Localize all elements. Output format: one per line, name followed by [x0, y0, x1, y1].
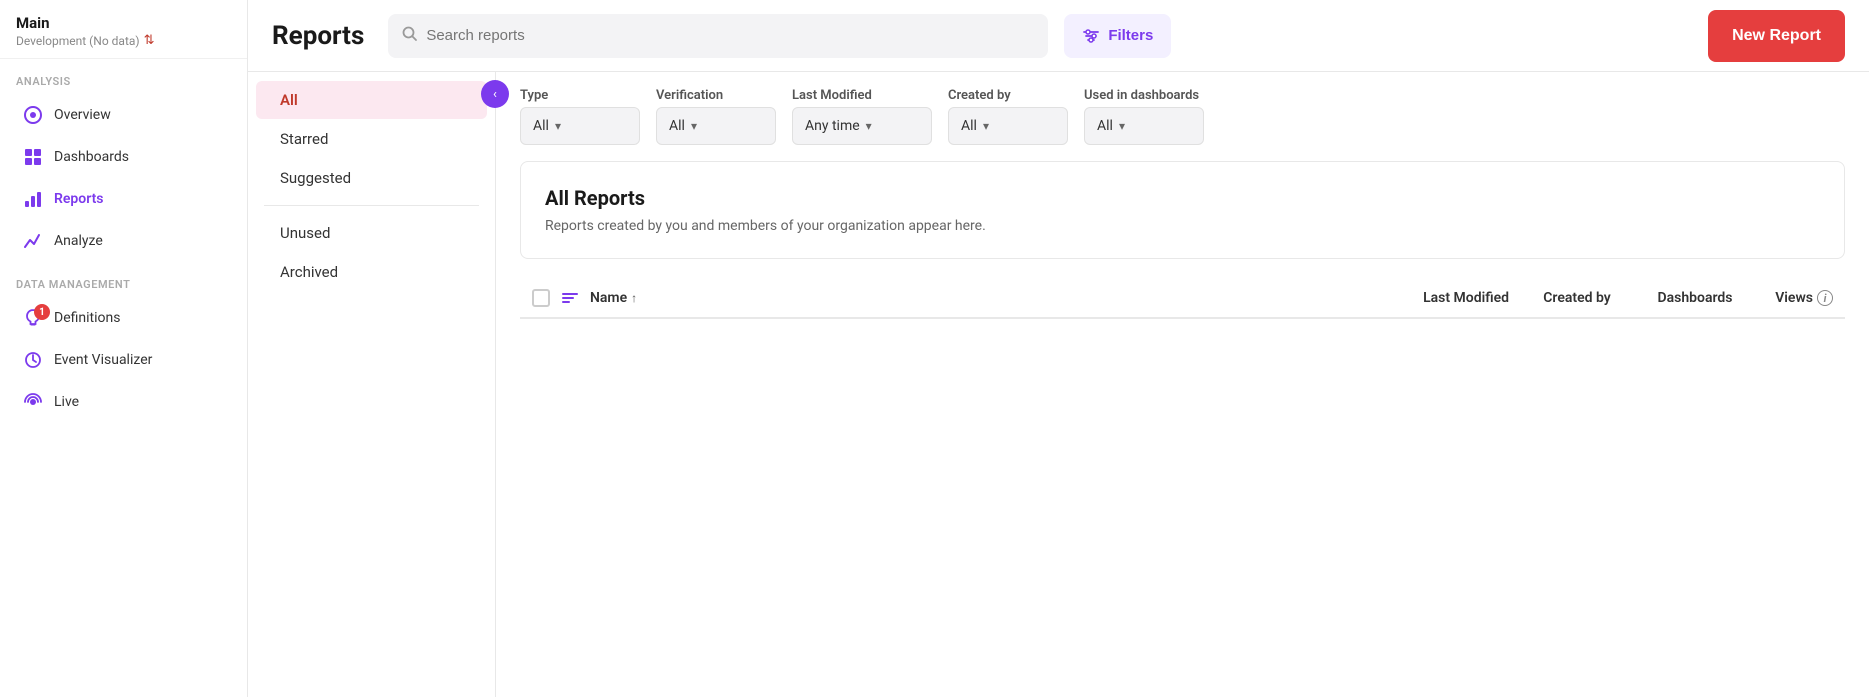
sidebar-item-event-visualizer[interactable]: Event Visualizer: [6, 340, 241, 380]
sort-line-3: [562, 301, 570, 303]
sort-icon[interactable]: [558, 289, 582, 307]
col-views-label: Views: [1775, 290, 1813, 306]
filter-verification-label: Verification: [656, 88, 776, 103]
filter-type-chevron-icon: ▾: [555, 119, 561, 133]
left-nav: ‹ All Starred Suggested Unused Archived: [248, 72, 496, 697]
filter-last-modified-select[interactable]: Any time ▾: [792, 107, 932, 145]
filter-last-modified: Last Modified Any time ▾: [792, 88, 932, 145]
app-name: Main: [16, 14, 231, 32]
filters-row: Type All ▾ Verification All ▾ Last Modif…: [520, 88, 1845, 145]
all-reports-card: All Reports Reports created by you and m…: [520, 161, 1845, 259]
search-icon: [402, 26, 418, 46]
reports-icon: [22, 188, 44, 210]
app-subtitle-text: Development (No data): [16, 34, 140, 48]
definitions-label: Definitions: [54, 310, 120, 326]
filters-button[interactable]: Filters: [1064, 14, 1171, 58]
live-label: Live: [54, 394, 79, 410]
filter-used-in-dashboards-chevron-icon: ▾: [1119, 119, 1125, 133]
filter-type-select[interactable]: All ▾: [520, 107, 640, 145]
filter-verification-chevron-icon: ▾: [691, 119, 697, 133]
col-created-by[interactable]: Created by: [1517, 290, 1637, 306]
sidebar-item-analyze[interactable]: Analyze: [6, 221, 241, 261]
nav-item-archived[interactable]: Archived: [256, 253, 487, 291]
filter-used-in-dashboards: Used in dashboards All ▾: [1084, 88, 1204, 145]
sidebar-header: Main Development (No data) ⇅: [0, 0, 247, 59]
search-input[interactable]: [426, 27, 1034, 44]
search-box[interactable]: [388, 14, 1048, 58]
filter-last-modified-label: Last Modified: [792, 88, 932, 103]
views-info-icon[interactable]: i: [1817, 290, 1833, 306]
definitions-badge: 1: [34, 304, 50, 320]
filter-verification-select[interactable]: All ▾: [656, 107, 776, 145]
select-all-checkbox[interactable]: [532, 289, 550, 307]
page-title: Reports: [272, 21, 364, 51]
sort-line-1: [562, 293, 578, 295]
col-dashboards[interactable]: Dashboards: [1645, 290, 1745, 306]
analyze-icon: [22, 230, 44, 252]
topbar: Reports Filters: [248, 0, 1869, 72]
nav-item-starred[interactable]: Starred: [256, 120, 487, 158]
filter-verification-value: All: [669, 118, 685, 134]
sort-line-2: [562, 297, 574, 299]
sidebar-item-reports[interactable]: Reports: [6, 179, 241, 219]
reports-label: Reports: [54, 191, 104, 207]
col-last-modified[interactable]: Last Modified: [1369, 290, 1509, 306]
reports-content: Type All ▾ Verification All ▾ Last Modif…: [496, 72, 1869, 697]
filter-created-by-select[interactable]: All ▾: [948, 107, 1068, 145]
col-views: Views i: [1753, 290, 1833, 306]
app-subtitle: Development (No data) ⇅: [16, 33, 231, 48]
filter-verification: Verification All ▾: [656, 88, 776, 145]
dashboards-icon: [22, 146, 44, 168]
new-report-button[interactable]: New Report: [1708, 10, 1845, 62]
filter-created-by-label: Created by: [948, 88, 1068, 103]
analyze-label: Analyze: [54, 233, 103, 249]
col-name[interactable]: Name ↑: [590, 290, 1361, 306]
live-icon: [22, 391, 44, 413]
filter-created-by-chevron-icon: ▾: [983, 119, 989, 133]
filter-used-in-dashboards-select[interactable]: All ▾: [1084, 107, 1204, 145]
sidebar-item-overview[interactable]: Overview: [6, 95, 241, 135]
nav-item-unused[interactable]: Unused: [256, 214, 487, 252]
filter-used-in-dashboards-label: Used in dashboards: [1084, 88, 1204, 103]
filter-last-modified-chevron-icon: ▾: [866, 119, 872, 133]
sidebar-item-definitions[interactable]: 1 Definitions: [6, 298, 241, 338]
col-name-sort-arrow: ↑: [631, 291, 637, 305]
overview-icon: [22, 104, 44, 126]
search-container: [388, 14, 1048, 58]
dashboards-label: Dashboards: [54, 149, 129, 165]
filter-last-modified-value: Any time: [805, 118, 860, 134]
all-reports-title: All Reports: [545, 186, 1820, 210]
sidebar-item-live[interactable]: Live: [6, 382, 241, 422]
all-reports-description: Reports created by you and members of yo…: [545, 218, 1820, 234]
table-header: Name ↑ Last Modified Created by Dashboar…: [520, 279, 1845, 319]
nav-item-suggested[interactable]: Suggested: [256, 159, 487, 197]
event-visualizer-icon: [22, 349, 44, 371]
filter-type-value: All: [533, 118, 549, 134]
sidebar: Main Development (No data) ⇅ Analysis Ov…: [0, 0, 248, 697]
nav-divider: [264, 205, 479, 206]
filter-created-by: Created by All ▾: [948, 88, 1068, 145]
filters-label: Filters: [1108, 27, 1153, 44]
section-label-data-management: Data Management: [0, 262, 247, 297]
collapse-button[interactable]: ‹: [481, 80, 509, 108]
filter-used-in-dashboards-value: All: [1097, 118, 1113, 134]
filter-type-label: Type: [520, 88, 640, 103]
col-name-label: Name: [590, 290, 627, 306]
sidebar-item-dashboards[interactable]: Dashboards: [6, 137, 241, 177]
filter-type: Type All ▾: [520, 88, 640, 145]
event-visualizer-label: Event Visualizer: [54, 352, 152, 368]
app-chevron-icon[interactable]: ⇅: [144, 33, 155, 48]
nav-item-all[interactable]: All: [256, 81, 487, 119]
filters-icon: [1082, 27, 1100, 45]
content-area: ‹ All Starred Suggested Unused Archived …: [248, 72, 1869, 697]
main-area: Reports Filters: [248, 0, 1869, 697]
filter-created-by-value: All: [961, 118, 977, 134]
overview-label: Overview: [54, 107, 111, 123]
section-label-analysis: Analysis: [0, 59, 247, 94]
